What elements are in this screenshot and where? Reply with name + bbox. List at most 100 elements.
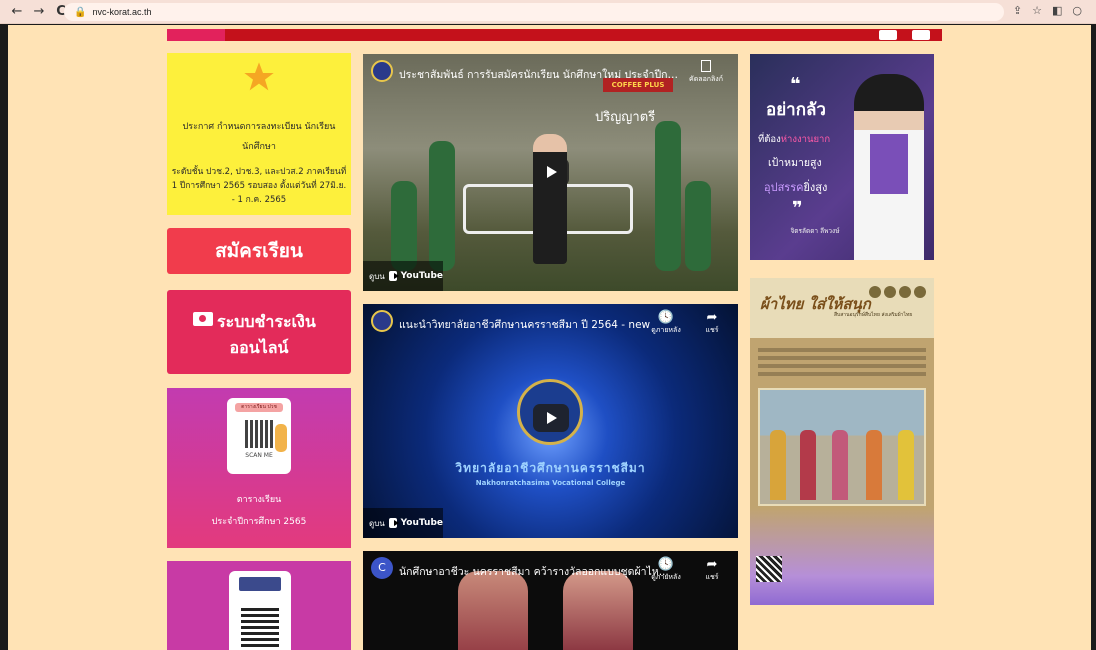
payment-label-line1: ระบบชำระเงิน	[217, 312, 316, 331]
qr-card-image	[229, 571, 291, 650]
poster-line4: อุปสรรคยิ่งสูง	[764, 181, 828, 194]
clock-icon: 🕓	[657, 310, 675, 325]
top-menu-strip	[167, 29, 942, 41]
watch-later-button[interactable]: 🕓 ดูภายหลัง	[649, 310, 683, 336]
copy-link-label: คัดลอกลิงก์	[689, 75, 723, 83]
presenter	[533, 134, 567, 264]
online-payment-button[interactable]: ระบบชำระเงิน ออนไลน์	[167, 290, 351, 374]
money-icon	[193, 312, 213, 326]
share-label: แชร์	[705, 326, 719, 334]
youtube-label: YouTube	[400, 271, 443, 281]
cartoon-figure	[275, 424, 287, 452]
share-icon[interactable]: ⇪	[1013, 4, 1022, 17]
watch-on-youtube[interactable]: ดูบน YouTube	[363, 261, 443, 291]
share-arrow-icon: ➦	[706, 557, 718, 572]
poster-footer	[750, 508, 934, 605]
video-title[interactable]: แนะนำวิทยาลัยอาชีวศึกษานครราชสีมา ปี 256…	[399, 316, 679, 333]
fashion-model	[563, 571, 633, 650]
bookmark-star-icon[interactable]: ☆	[1032, 4, 1042, 17]
share-button[interactable]: ➦ แชร์	[695, 310, 729, 336]
cactus-decor	[655, 121, 681, 271]
college-logo	[239, 577, 281, 591]
copy-link-button[interactable]: คัดลอกลิงก์	[689, 60, 723, 85]
video-embed-fashion-award[interactable]: C นักศึกษาอาชีวะ นครราชสีมา คว้ารางวัลออ…	[363, 551, 738, 650]
poster-subtitle: สืบสานอนุรักษ์สืบไทย ส่งเสริมผ้าไทย	[834, 312, 913, 318]
youtube-icon	[388, 271, 399, 281]
qr-code	[245, 420, 273, 448]
poster-info-lines	[758, 344, 926, 384]
browser-actions: ⇪ ☆ ◧ ○	[1013, 4, 1082, 17]
schedule-title: ตารางเรียน	[236, 495, 282, 505]
announcement-body: ระดับชั้น ปวช.2, ปวช.3, และปวส.2 ภาคเรีย…	[171, 167, 347, 205]
play-button[interactable]	[533, 404, 569, 432]
video-embed-college-intro[interactable]: วิทยาลัยอาชีวศึกษานครราชสีมา Nakhonratch…	[363, 304, 738, 538]
college-name-thai: วิทยาลัยอาชีวศึกษานครราชสีมา	[455, 461, 646, 475]
forward-icon[interactable]: →	[30, 3, 48, 21]
copy-icon	[701, 60, 711, 72]
sidebar-icon[interactable]: ◧	[1052, 4, 1062, 17]
watch-later-button[interactable]: 🕓 ดูภายหลัง	[649, 557, 683, 583]
motivation-poster[interactable]: ❝ อย่ากลัว ที่ต้องห่างงานยาก เป้าหมายสูง…	[750, 54, 934, 260]
poster-header: ผ้าไทย ใส่ให้สนุก สืบสานอนุรักษ์สืบไทย ส…	[750, 278, 934, 338]
dancer	[832, 430, 848, 500]
video-title[interactable]: ประชาสัมพันธ์ การรับสมัครนักเรียน นักศึก…	[399, 66, 679, 83]
cactus-decor	[429, 141, 455, 271]
menu-button[interactable]	[912, 30, 930, 40]
video-embed-admission[interactable]: COFFEE PLUS ปริญญาตรี ประชาสัมพันธ์ การร…	[363, 54, 738, 291]
watch-on-label: ดูบน	[369, 271, 385, 281]
watch-on-youtube[interactable]: ดูบน YouTube	[363, 508, 443, 538]
share-label: แชร์	[705, 573, 719, 581]
channel-avatar[interactable]	[371, 310, 393, 332]
qr-code	[756, 556, 782, 582]
qr-code	[241, 607, 279, 647]
schedule-subtitle: ประจำปีการศึกษา 2565	[211, 517, 307, 527]
class-schedule-card[interactable]: ตารางเรียน ปวช SCAN ME ตารางเรียน ประจำป…	[167, 388, 351, 548]
back-icon[interactable]: ←	[8, 3, 26, 21]
youtube-label: YouTube	[400, 518, 443, 528]
video-title[interactable]: นักศึกษาอาชีวะ นครราชสีมา คว้ารางวัลออกแ…	[399, 563, 679, 580]
fashion-model	[458, 571, 528, 650]
poster-signature: จิตรลัดดา ลีพวงษ์	[790, 227, 840, 235]
scan-me-label: SCAN ME	[245, 452, 273, 459]
share-button[interactable]: ➦ แชร์	[695, 557, 729, 583]
qr-link-card[interactable]	[167, 561, 351, 650]
channel-avatar[interactable]	[371, 60, 393, 82]
poster-line2: ที่ต้องห่างงานยาก	[758, 134, 831, 145]
quote-open-icon: ❝	[790, 74, 801, 95]
clock-icon: 🕓	[657, 557, 675, 572]
star-icon	[244, 62, 274, 91]
page-viewport: ประกาศ กำหนดการลงทะเบียน นักเรียน นักศึก…	[8, 25, 1091, 650]
dancer	[770, 430, 786, 500]
payment-label-line2: ออนไลน์	[229, 338, 289, 357]
profile-icon[interactable]: ○	[1072, 4, 1082, 17]
youtube-icon	[388, 518, 399, 528]
watch-on-label: ดูบน	[369, 518, 385, 528]
address-bar[interactable]: 🔒 nvc-korat.ac.th	[64, 3, 1004, 21]
partner-logos	[869, 286, 926, 298]
quote-close-icon: ❞	[792, 198, 803, 219]
thai-fabric-poster[interactable]: ผ้าไทย ใส่ให้สนุก สืบสานอนุรักษ์สืบไทย ส…	[750, 278, 934, 605]
url-text: nvc-korat.ac.th	[92, 7, 152, 17]
channel-avatar[interactable]: C	[371, 557, 393, 579]
schedule-tag: ตารางเรียน ปวช	[235, 403, 283, 412]
college-name-english: Nakhonratchasima Vocational College	[475, 479, 626, 487]
degree-overlay: ปริญญาตรี	[595, 110, 656, 125]
person-vest	[870, 134, 908, 194]
menu-button[interactable]	[879, 30, 897, 40]
share-arrow-icon: ➦	[706, 310, 718, 325]
apply-button[interactable]: สมัครเรียน	[167, 228, 351, 274]
announcement-card[interactable]: ประกาศ กำหนดการลงทะเบียน นักเรียน นักศึก…	[167, 53, 351, 215]
dancer	[800, 430, 816, 500]
poster-headline: อย่ากลัว	[766, 100, 826, 120]
dancers-photo	[758, 388, 926, 506]
watch-later-label: ดูภายหลัง	[651, 326, 681, 334]
announcement-title: ประกาศ กำหนดการลงทะเบียน นักเรียน นักศึก…	[182, 122, 336, 152]
poster-line3: เป้าหมายสูง	[768, 157, 822, 169]
dancer	[866, 430, 882, 500]
play-button[interactable]	[533, 158, 569, 186]
menu-accent	[167, 29, 225, 41]
dancer	[898, 430, 914, 500]
lock-icon: 🔒	[74, 6, 87, 18]
watch-later-label: ดูภายหลัง	[651, 573, 681, 581]
cactus-decor	[391, 181, 417, 271]
